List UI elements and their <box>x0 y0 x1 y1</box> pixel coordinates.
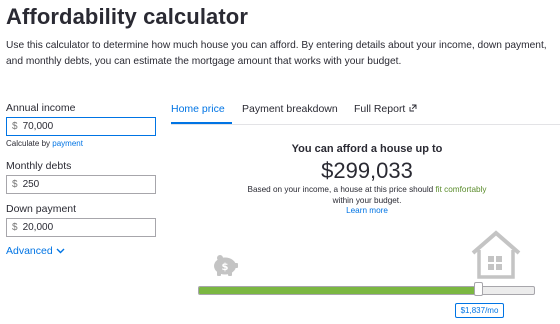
payment-slider-fill <box>199 287 478 294</box>
tabs-divider <box>171 124 560 125</box>
annual-income-input[interactable] <box>22 121 143 132</box>
house-icon <box>471 230 521 279</box>
tab-payment-breakdown[interactable]: Payment breakdown <box>242 103 354 125</box>
down-payment-label: Down payment <box>6 203 77 215</box>
desc-text: Based on your income, a house at this pr… <box>247 185 434 194</box>
afford-amount: $299,033 <box>321 158 413 183</box>
calculate-by-text: Calculate by <box>6 139 51 148</box>
monthly-payment-label: $1,837/mo <box>455 303 504 318</box>
calculate-by: Calculate by payment <box>6 139 83 148</box>
monthly-debts-label: Monthly debts <box>6 160 72 172</box>
payment-slider-thumb[interactable] <box>474 282 483 296</box>
monthly-debts-input[interactable] <box>22 179 143 190</box>
afford-heading: You can afford a house up to <box>291 143 443 155</box>
down-payment-field[interactable]: $ <box>6 218 156 237</box>
svg-text:$: $ <box>222 262 229 273</box>
tab-label: Home price <box>171 103 225 115</box>
piggy-bank-icon: $ <box>214 255 238 276</box>
advanced-label: Advanced <box>6 245 53 257</box>
currency-symbol: $ <box>12 222 18 233</box>
external-link-icon <box>409 104 417 112</box>
active-tab-indicator <box>171 122 232 124</box>
intro-text: Use this calculator to determine how muc… <box>6 40 547 67</box>
tab-label: Full Report <box>354 103 406 115</box>
tab-label: Payment breakdown <box>242 103 338 115</box>
currency-symbol: $ <box>12 179 18 190</box>
desc-highlight: fit comfortably <box>435 185 487 194</box>
afford-description: Based on your income, a house at this pr… <box>238 185 496 217</box>
down-payment-input[interactable] <box>22 222 143 233</box>
annual-income-label: Annual income <box>6 102 76 114</box>
annual-income-field[interactable]: $ <box>6 117 156 136</box>
payment-slider-track[interactable] <box>198 286 535 295</box>
tab-full-report[interactable]: Full Report <box>354 103 417 125</box>
currency-symbol: $ <box>12 121 18 132</box>
chevron-down-icon <box>56 248 65 254</box>
monthly-debts-field[interactable]: $ <box>6 175 156 194</box>
desc-text-end: within your budget. <box>332 195 402 205</box>
learn-more-link[interactable]: Learn more <box>346 206 388 215</box>
advanced-toggle[interactable]: Advanced <box>6 245 65 257</box>
page-title: Affordability calculator <box>6 4 248 29</box>
calculate-by-payment-link[interactable]: payment <box>52 139 83 148</box>
